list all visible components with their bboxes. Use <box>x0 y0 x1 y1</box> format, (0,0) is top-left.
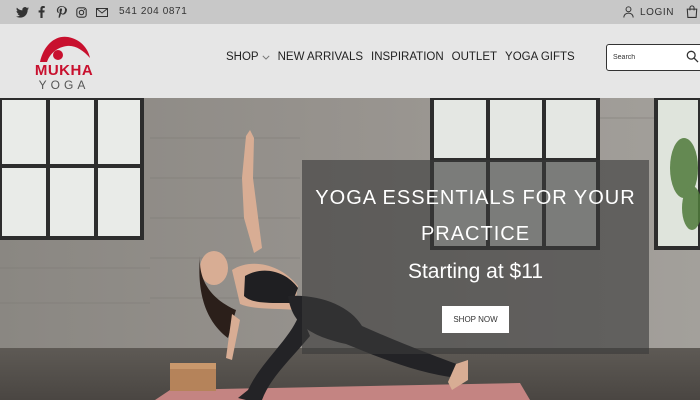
hero-headline: YOGA ESSENTIALS FOR YOUR PRACTICE <box>315 187 636 245</box>
search-input[interactable] <box>613 50 683 65</box>
site-header: MUKHA YOGA SHOP NEW ARRIVALS INSPIRATION… <box>0 24 700 98</box>
nav-inspiration[interactable]: INSPIRATION <box>371 51 444 63</box>
chevron-down-icon <box>262 55 270 60</box>
hero-overlay: YOGA ESSENTIALS FOR YOUR PRACTICE Starti… <box>302 160 649 354</box>
instagram-icon[interactable] <box>76 0 87 24</box>
twitter-icon[interactable] <box>16 0 29 24</box>
nav-shop[interactable]: SHOP <box>226 51 270 63</box>
shopping-bag-icon[interactable] <box>686 5 698 23</box>
user-icon <box>623 6 634 18</box>
nav-yoga-gifts[interactable]: YOGA GIFTS <box>505 51 575 63</box>
logo-yogi-icon <box>40 36 90 62</box>
login-link[interactable]: LOGIN <box>623 0 674 24</box>
mukha-yoga-logo[interactable]: MUKHA YOGA <box>30 32 98 94</box>
hero-subheadline: Starting at $11 <box>407 260 544 283</box>
shop-now-button[interactable]: SHOP NOW <box>442 306 509 333</box>
nav-shop-label: SHOP <box>226 51 259 63</box>
mail-icon[interactable] <box>96 0 108 24</box>
nav-new-arrivals[interactable]: NEW ARRIVALS <box>278 51 363 63</box>
logo-subtitle: YOGA <box>38 78 90 92</box>
pinterest-icon[interactable] <box>56 0 67 24</box>
utility-bar: 541 204 0871 LOGIN <box>0 0 700 24</box>
phone-number[interactable]: 541 204 0871 <box>119 0 187 24</box>
search-box <box>606 44 700 71</box>
login-label: LOGIN <box>640 6 675 18</box>
nav-outlet[interactable]: OUTLET <box>452 51 497 63</box>
logo-wordmark: MUKHA <box>34 62 94 79</box>
main-nav: SHOP NEW ARRIVALS INSPIRATION OUTLET YOG… <box>226 24 583 90</box>
hero-banner: YOGA ESSENTIALS FOR YOUR PRACTICE Starti… <box>0 98 700 400</box>
facebook-icon[interactable] <box>38 0 45 24</box>
search-icon[interactable] <box>686 50 699 63</box>
